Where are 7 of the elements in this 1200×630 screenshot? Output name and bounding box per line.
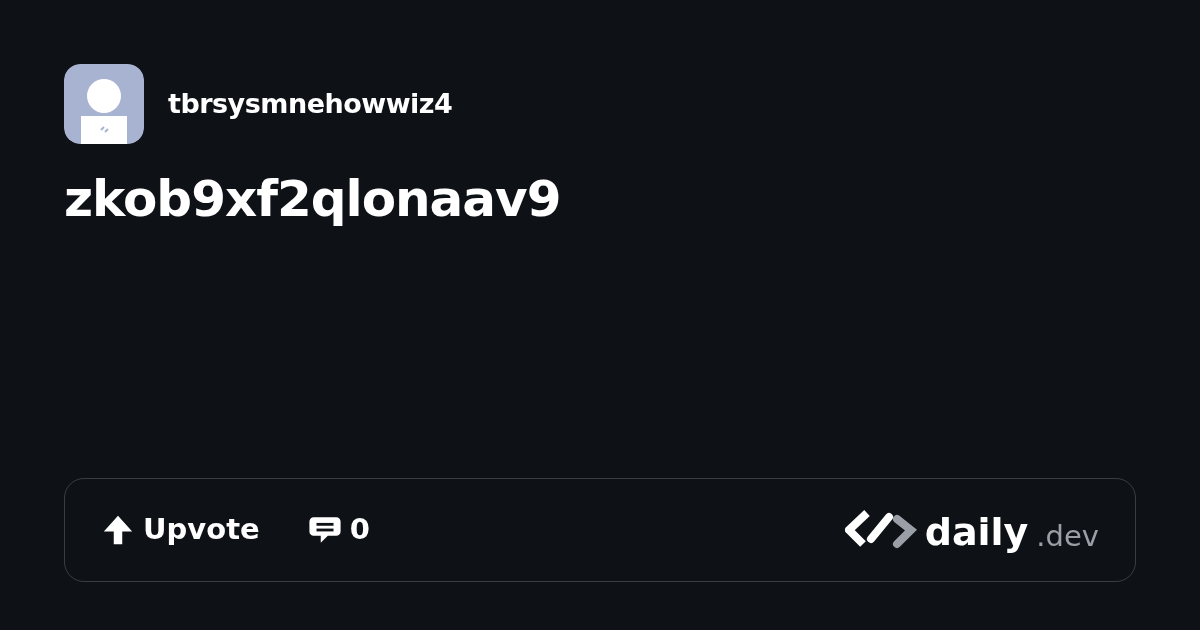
comments-button[interactable]: 0 <box>307 508 370 552</box>
brand-suffix: .dev <box>1036 522 1099 551</box>
logo-icon <box>844 509 917 551</box>
post-title: zkob9xf2qlonaav9 <box>64 174 562 224</box>
upvote-button[interactable]: Upvote <box>101 508 260 552</box>
brand-name: daily <box>924 513 1029 551</box>
author-name: tbrsysmnehowwiz4 <box>168 86 453 121</box>
